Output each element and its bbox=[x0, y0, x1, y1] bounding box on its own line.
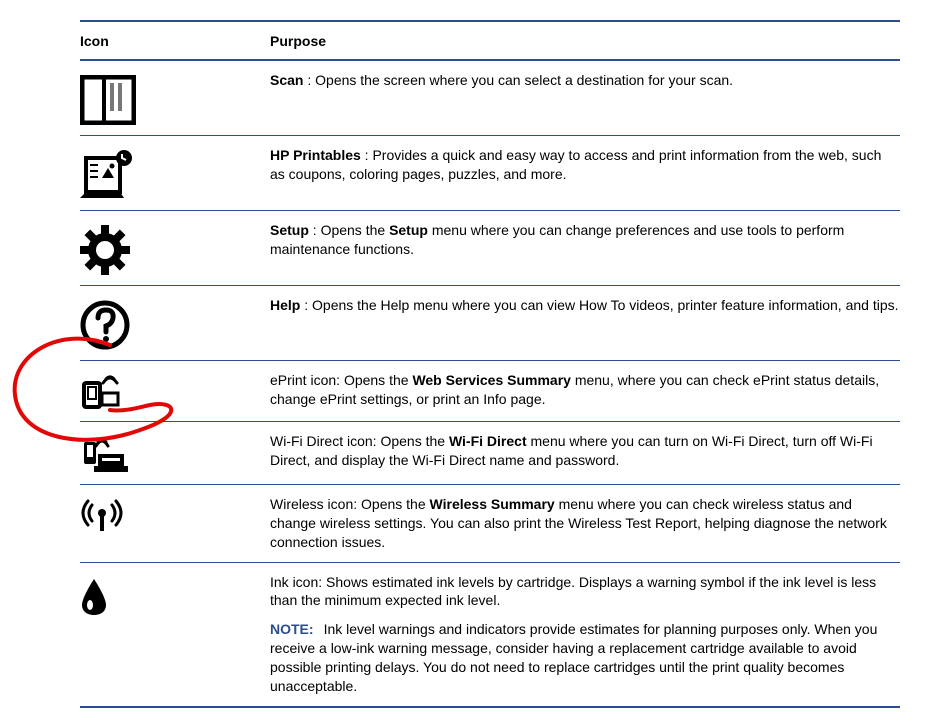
row-desc: Opens the screen where you can select a … bbox=[315, 72, 733, 88]
table-row: Wi-Fi Direct icon: Opens the Wi-Fi Direc… bbox=[80, 421, 900, 484]
help-icon bbox=[80, 300, 130, 350]
table-row: ePrint icon: Opens the Web Services Summ… bbox=[80, 360, 900, 421]
printables-icon bbox=[80, 150, 134, 200]
ink-drop-icon bbox=[80, 577, 108, 617]
row-title: Wireless icon: bbox=[270, 496, 361, 512]
table-row: Ink icon: Shows estimated ink levels by … bbox=[80, 562, 900, 707]
wireless-icon bbox=[80, 499, 124, 533]
gear-icon bbox=[80, 225, 130, 275]
row-title: Scan bbox=[270, 72, 303, 88]
row-title: ePrint icon: bbox=[270, 372, 344, 388]
icon-purpose-table: Icon Purpose Scan : Opens the screen whe… bbox=[80, 20, 900, 708]
row-title: Wi-Fi Direct icon: bbox=[270, 433, 380, 449]
header-icon: Icon bbox=[80, 24, 270, 60]
table-row: Setup : Opens the Setup menu where you c… bbox=[80, 210, 900, 285]
header-purpose: Purpose bbox=[270, 24, 900, 60]
table-row: Wireless icon: Opens the Wireless Summar… bbox=[80, 484, 900, 562]
row-title: Help bbox=[270, 297, 300, 313]
row-title: Ink icon: bbox=[270, 574, 326, 590]
eprint-icon bbox=[80, 375, 124, 411]
row-title: HP Printables bbox=[270, 147, 361, 163]
table-row: Scan : Opens the screen where you can se… bbox=[80, 60, 900, 136]
note-label: NOTE: bbox=[270, 621, 314, 637]
table-row: HP Printables : Provides a quick and eas… bbox=[80, 135, 900, 210]
table-header: Icon Purpose bbox=[80, 24, 900, 60]
row-title: Setup bbox=[270, 222, 309, 238]
scan-icon bbox=[80, 75, 136, 125]
row-desc: Shows estimated ink levels by cartridge.… bbox=[270, 574, 876, 609]
wifi-direct-icon bbox=[80, 436, 128, 474]
note-text: Ink level warnings and indicators provid… bbox=[270, 621, 877, 694]
row-desc: Opens the Help menu where you can view H… bbox=[312, 297, 899, 313]
table-row: Help : Opens the Help menu where you can… bbox=[80, 285, 900, 360]
